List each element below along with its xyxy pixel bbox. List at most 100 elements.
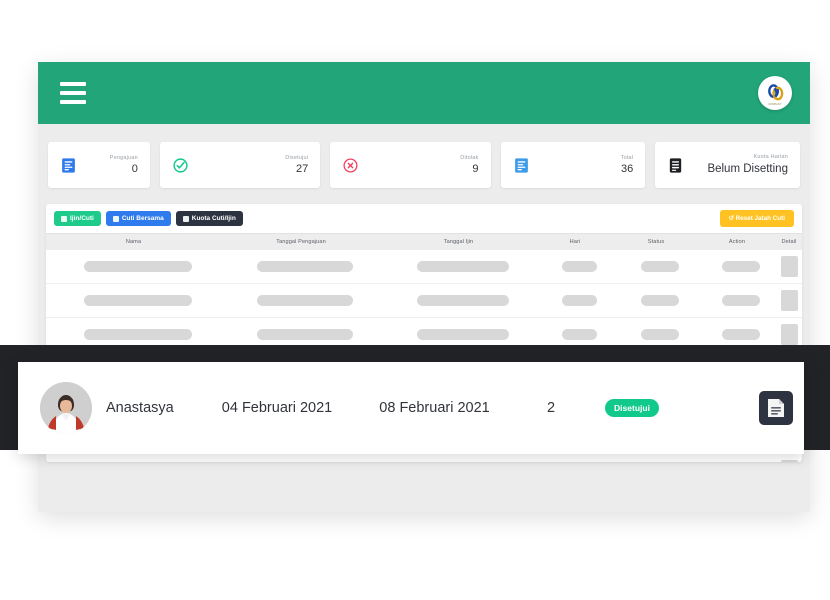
highlight-cell-detail [752, 391, 800, 425]
placeholder-skeleton [83, 261, 192, 272]
table-cell [225, 261, 385, 272]
placeholder-skeleton [257, 329, 353, 340]
table-cell [702, 295, 780, 306]
stat-card-total[interactable]: Total 36 [500, 142, 646, 188]
stat-card-ditolak[interactable]: Ditolak 9 [330, 142, 491, 188]
placeholder-skeleton [561, 295, 597, 306]
table-cell [702, 329, 780, 340]
company-logo-icon[interactable]: COMPANY [758, 76, 792, 110]
column-header-nama: Nama [125, 239, 142, 245]
document-icon [62, 157, 75, 173]
logo-rings-icon [767, 83, 783, 100]
table-cell [385, 261, 540, 272]
placeholder-skeleton [257, 261, 353, 272]
placeholder-skeleton [780, 460, 798, 462]
table-cell [385, 295, 540, 306]
table-cell [385, 329, 540, 340]
highlight-nama: Anastasya [106, 400, 174, 416]
table-row[interactable] [46, 454, 802, 462]
placeholder-skeleton [416, 261, 509, 272]
table-cell [780, 290, 798, 311]
placeholder-skeleton [780, 324, 798, 345]
stat-value: 0 [131, 162, 138, 175]
screenshot-stage: COMPANY Pengajuan 0 Disetujui 27 Ditolak… [0, 0, 830, 600]
table-cell [50, 295, 225, 306]
document-dark-icon [670, 157, 682, 173]
tab-label: Cuti Bersama [121, 215, 164, 222]
stat-value: 27 [295, 162, 309, 175]
refresh-icon: ↺ [728, 215, 734, 222]
placeholder-skeleton [722, 329, 760, 340]
stats-row: Pengajuan 0 Disetujui 27 Ditolak 9 Total… [38, 124, 810, 188]
placeholder-skeleton [561, 329, 597, 340]
placeholder-skeleton [722, 295, 760, 306]
tab-cuti-bersama[interactable]: Cuti Bersama [105, 211, 171, 226]
highlight-cell-tanggal-ijin: 08 Februari 2021 [357, 400, 512, 416]
placeholder-skeleton [641, 329, 679, 340]
calendar-icon [182, 215, 189, 222]
table-cell [618, 295, 702, 306]
highlight-cell-nama: Anastasya [22, 382, 197, 434]
highlight-cell-hari: 2 [512, 400, 590, 416]
column-header-tanggal-pengajuan: Tanggal Pengajuan [276, 239, 326, 245]
reset-button-label: Reset Jatah Cuti [735, 215, 785, 222]
highlight-tanggal-ijin: 08 Februari 2021 [379, 400, 490, 416]
column-header-detail: Detail [781, 239, 797, 245]
x-circle-icon [343, 157, 358, 173]
table-cell [50, 261, 225, 272]
table-cell [225, 329, 385, 340]
stat-value: Belum Disetting [707, 162, 788, 175]
table-cell [618, 329, 702, 340]
stat-card-disetujui[interactable]: Disetujui 27 [159, 142, 321, 188]
status-badge: Disetujui [605, 399, 659, 417]
placeholder-skeleton [780, 290, 798, 311]
stat-label: Kuota Harian [753, 154, 788, 161]
placeholder-skeleton [722, 261, 760, 272]
column-header-hari: Hari [569, 239, 581, 245]
placeholder-skeleton [416, 295, 509, 306]
tab-ijin-cuti[interactable]: Ijin/Cuti [54, 211, 101, 226]
table-cell [780, 460, 798, 462]
column-header-tanggal-ijin: Tanggal Ijin [443, 239, 474, 245]
document-detail-icon [768, 399, 784, 417]
table-cell [702, 261, 780, 272]
table-cell [780, 256, 798, 277]
check-circle-icon [173, 157, 188, 173]
highlighted-table-row[interactable]: Anastasya 04 Februari 2021 08 Februari 2… [18, 362, 804, 454]
reset-jatah-cuti-button[interactable]: ↺ Reset Jatah Cuti [719, 210, 794, 227]
placeholder-skeleton [257, 295, 353, 306]
calendar-icon [61, 215, 67, 222]
avatar [40, 382, 92, 434]
table-cell [225, 295, 385, 306]
user-avatar-icon [40, 382, 92, 434]
document-icon [514, 157, 528, 173]
placeholder-skeleton [561, 261, 597, 272]
placeholder-skeleton [416, 329, 509, 340]
highlight-cell-status: Disetujui [590, 399, 674, 417]
highlight-cell-tanggal-pengajuan: 04 Februari 2021 [197, 400, 357, 416]
table-row[interactable] [46, 250, 802, 284]
placeholder-skeleton [780, 256, 798, 277]
hamburger-icon[interactable] [60, 82, 86, 104]
tab-label: Ijin/Cuti [70, 215, 94, 222]
placeholder-skeleton [83, 295, 192, 306]
table-cell [540, 295, 618, 306]
stat-card-kuota-harian[interactable]: Kuota Harian Belum Disetting [655, 142, 800, 188]
highlight-tanggal-pengajuan: 04 Februari 2021 [221, 400, 333, 416]
table-cell [780, 324, 798, 345]
stat-value: 36 [621, 162, 634, 175]
highlight-hari: 2 [546, 400, 556, 416]
placeholder-skeleton [641, 295, 679, 306]
tab-kuota-cuti-ijin[interactable]: Kuota Cuti/Ijin [175, 211, 243, 226]
column-header-action: Action [728, 239, 746, 245]
detail-button[interactable] [759, 391, 793, 425]
column-header-status: Status [647, 239, 665, 245]
top-navbar: COMPANY [38, 62, 810, 124]
placeholder-skeleton [83, 329, 192, 340]
table-cell [540, 329, 618, 340]
table-row[interactable] [46, 284, 802, 318]
stat-label: Disetujui [285, 154, 309, 161]
logo-caption: COMPANY [768, 102, 782, 106]
stat-card-pengajuan[interactable]: Pengajuan 0 [48, 142, 150, 188]
tab-label: Kuota Cuti/Ijin [191, 215, 236, 222]
